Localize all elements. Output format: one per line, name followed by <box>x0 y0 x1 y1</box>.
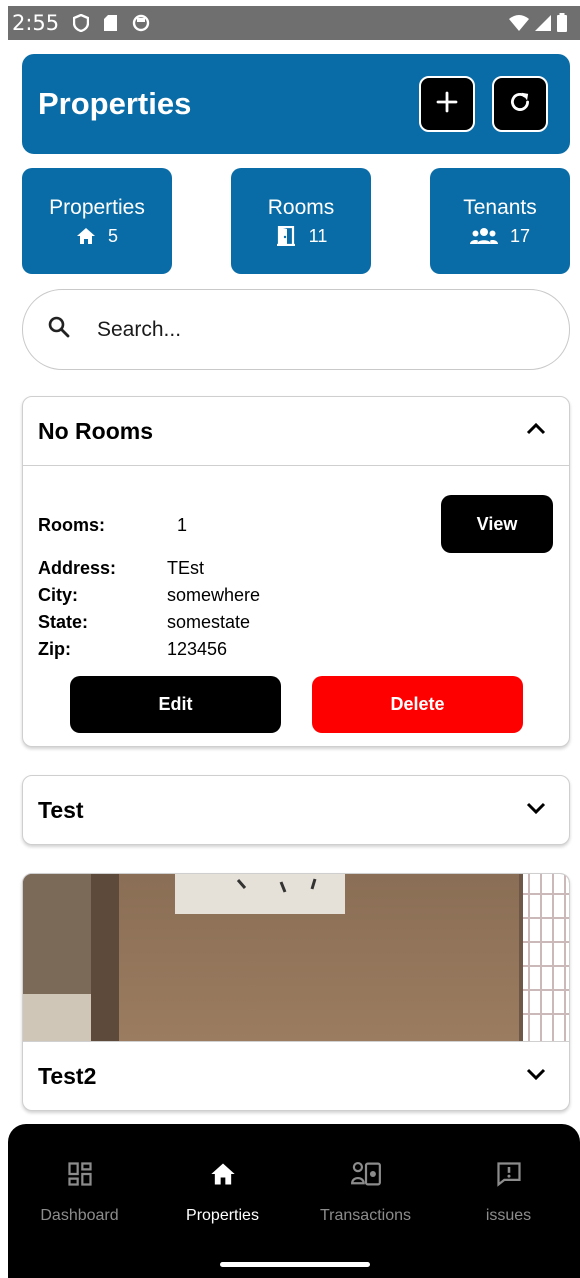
zip-label: Zip: <box>38 639 71 659</box>
chevron-down-icon[interactable] <box>525 1067 547 1086</box>
rooms-label: Rooms: <box>38 515 105 535</box>
address-value: TEst <box>167 558 205 578</box>
page-title: Properties <box>38 86 192 121</box>
nav-label: Dashboard <box>40 1207 119 1224</box>
group-icon <box>469 227 498 245</box>
city-value: somewhere <box>167 585 261 605</box>
search-input[interactable] <box>97 317 517 342</box>
city-row: City: somewhere <box>38 585 260 606</box>
stat-count: 11 <box>308 225 328 246</box>
stat-label: Tenants <box>463 195 537 219</box>
nav-properties[interactable]: Properties <box>151 1160 294 1225</box>
wifi-icon <box>508 14 530 32</box>
property-card-header[interactable]: No Rooms <box>23 397 569 465</box>
home-icon <box>76 227 96 245</box>
rooms-row: Rooms: 1 <box>38 515 187 536</box>
state-value: somestate <box>167 612 251 632</box>
stat-count: 5 <box>107 225 118 246</box>
property-details: Rooms: 1 View Address: TEst City: somewh… <box>23 465 569 746</box>
property-card-header[interactable]: Test2 <box>23 1042 569 1110</box>
nav-label: Transactions <box>320 1207 411 1224</box>
stat-properties[interactable]: Properties 5 <box>22 168 172 274</box>
refresh-button[interactable] <box>492 76 548 132</box>
property-card-test2: Test2 <box>22 873 570 1111</box>
sd-card-icon <box>103 14 118 32</box>
property-name: Test2 <box>38 1062 97 1089</box>
search-bar[interactable] <box>22 289 570 370</box>
property-name: Test <box>38 796 84 823</box>
property-card-test: Test <box>22 775 570 845</box>
chevron-up-icon[interactable] <box>525 422 547 441</box>
sync-icon <box>132 14 150 32</box>
add-property-button[interactable] <box>419 76 475 132</box>
address-row: Address: TEst <box>38 558 204 579</box>
home-icon <box>209 1160 237 1193</box>
rooms-value: 1 <box>177 515 188 535</box>
city-label: City: <box>38 585 78 605</box>
state-label: State: <box>38 612 89 632</box>
status-bar: 2:55 <box>8 6 580 40</box>
nav-dashboard[interactable]: Dashboard <box>8 1160 151 1225</box>
door-icon <box>275 226 297 246</box>
property-name: No Rooms <box>38 417 153 444</box>
nav-label: issues <box>485 1207 532 1224</box>
add-icon <box>435 90 459 119</box>
property-card-header[interactable]: Test <box>23 776 569 844</box>
shield-icon <box>73 14 90 32</box>
nav-label: Properties <box>186 1207 259 1224</box>
edit-button[interactable]: Edit <box>70 676 281 733</box>
zip-value: 123456 <box>167 639 228 659</box>
bottom-navigation: Dashboard Properties Transactions issues <box>8 1124 580 1278</box>
signal-icon <box>534 14 552 32</box>
property-photo <box>23 874 569 1042</box>
view-button[interactable]: View <box>441 495 553 553</box>
zip-row: Zip: 123456 <box>38 639 227 660</box>
dashboard-icon <box>66 1160 94 1193</box>
stat-rooms[interactable]: Rooms 11 <box>231 168 371 274</box>
state-row: State: somestate <box>38 612 250 633</box>
stat-tenants[interactable]: Tenants 17 <box>430 168 570 274</box>
stat-label: Properties <box>49 195 145 219</box>
address-label: Address: <box>38 558 117 578</box>
nav-transactions[interactable]: Transactions <box>294 1160 437 1225</box>
nav-issues[interactable]: issues <box>437 1160 580 1225</box>
issue-report-icon <box>495 1160 523 1193</box>
transactions-icon <box>350 1160 381 1193</box>
delete-button[interactable]: Delete <box>312 676 523 733</box>
status-time: 2:55 <box>12 11 60 35</box>
chevron-down-icon[interactable] <box>525 801 547 820</box>
battery-icon <box>556 13 568 33</box>
stat-label: Rooms <box>267 195 335 219</box>
refresh-icon <box>507 89 533 120</box>
property-card-no-rooms: No Rooms Rooms: 1 View Address: TEst Cit… <box>22 396 570 747</box>
stat-count: 17 <box>509 225 531 246</box>
page-header: Properties <box>22 54 570 154</box>
search-icon <box>47 315 71 344</box>
home-indicator[interactable] <box>220 1262 370 1267</box>
